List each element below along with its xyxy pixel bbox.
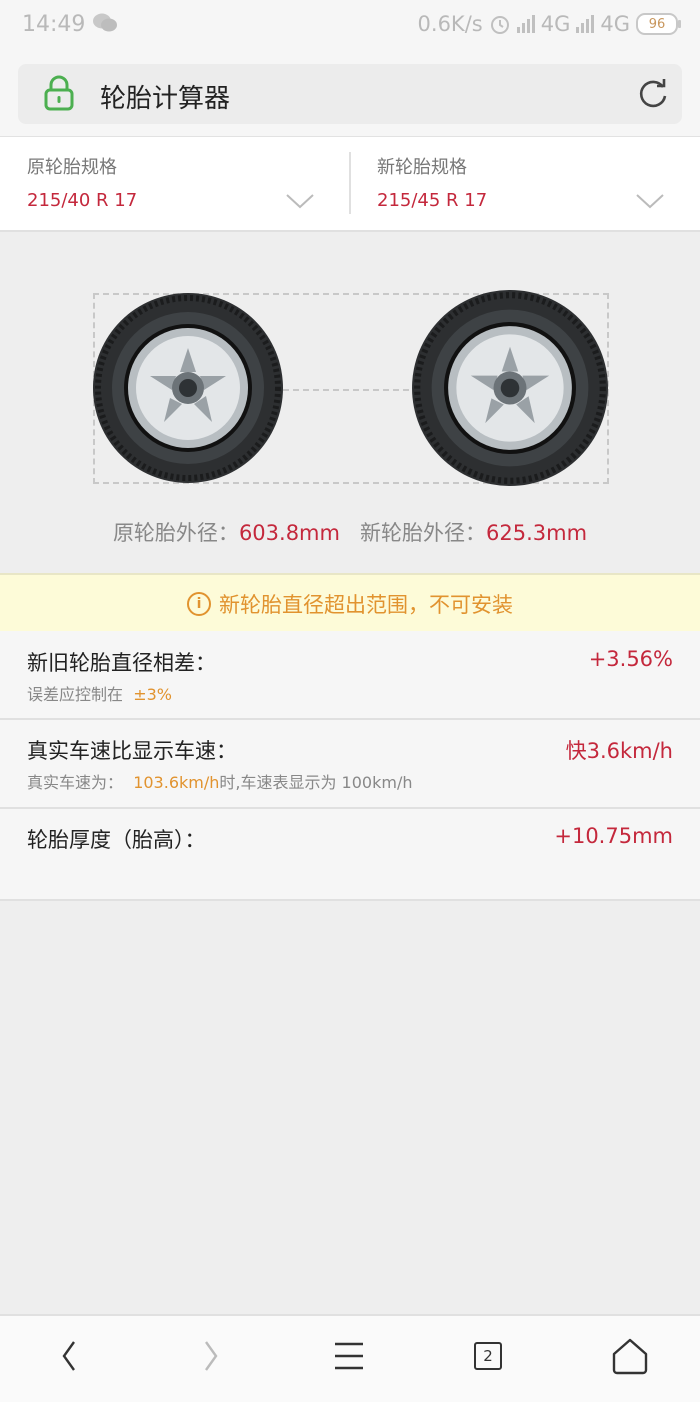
new-diameter-value: 625.3mm <box>486 521 588 545</box>
info-icon: i <box>187 592 211 616</box>
thickness-label: 轮胎厚度（胎高）： <box>27 828 206 852</box>
original-spec-select[interactable]: 原轮胎规格 215/40 R 17 <box>0 137 350 230</box>
status-right: 0.6K/s 4G 4G 96 <box>417 12 681 36</box>
original-spec-label: 原轮胎规格 <box>27 157 117 178</box>
net-type-2: 4G <box>600 12 630 36</box>
signal-icon <box>516 15 535 33</box>
reload-icon[interactable] <box>636 77 670 115</box>
row-divider <box>0 807 700 809</box>
alarm-icon <box>490 16 509 34</box>
status-time: 14:49 <box>22 12 86 37</box>
diameter-summary: 原轮胎外径：603.8mm 新轮胎外径：625.3mm <box>0 517 700 547</box>
warning-banner: i 新轮胎直径超出范围，不可安装 <box>0 573 700 633</box>
original-diameter-label: 原轮胎外径： <box>112 521 239 545</box>
lock-icon <box>42 74 76 116</box>
original-tire-icon <box>93 293 283 483</box>
diff-note: 误差应控制在 ±3% <box>27 685 172 704</box>
new-spec-value: 215/45 R 17 <box>377 190 488 211</box>
new-tire-icon <box>412 290 608 486</box>
tabs-button[interactable]: 2 <box>474 1342 502 1370</box>
results-panel: 新旧轮胎直径相差： +3.56% 误差应控制在 ±3% 真实车速比显示车速： 快… <box>0 631 700 901</box>
original-diameter-value: 603.8mm <box>238 521 340 545</box>
back-icon[interactable] <box>58 1336 82 1376</box>
chevron-down-icon <box>636 194 664 209</box>
speed-note: 真实车速为： 103.6km/h时,车速表显示为 100km/h <box>27 773 413 792</box>
speed-label: 真实车速比显示车速： <box>27 739 237 763</box>
row-divider <box>0 718 700 720</box>
page-title: 轮胎计算器 <box>100 84 231 114</box>
battery-icon: 96 <box>636 13 681 35</box>
net-type-1: 4G <box>540 12 571 36</box>
new-spec-select[interactable]: 新轮胎规格 215/45 R 17 <box>350 137 700 230</box>
signal-icon-2 <box>576 15 595 33</box>
forward-icon[interactable] <box>198 1336 222 1376</box>
new-diameter-label: 新轮胎外径： <box>360 521 487 545</box>
thickness-value: +10.75mm <box>554 824 673 848</box>
warning-text: 新轮胎直径超出范围，不可安装 <box>219 593 513 617</box>
diff-label: 新旧轮胎直径相差： <box>27 651 216 675</box>
wechat-icon <box>92 12 118 38</box>
home-icon[interactable] <box>610 1336 650 1376</box>
diff-value: +3.56% <box>588 647 673 671</box>
chevron-down-icon <box>286 194 314 209</box>
speed-value: 快3.6km/h <box>565 739 673 763</box>
net-speed: 0.6K/s <box>417 12 483 36</box>
menu-icon[interactable] <box>332 1336 366 1376</box>
original-spec-value: 215/40 R 17 <box>27 190 138 211</box>
new-spec-label: 新轮胎规格 <box>377 157 467 178</box>
spec-divider <box>349 152 351 214</box>
